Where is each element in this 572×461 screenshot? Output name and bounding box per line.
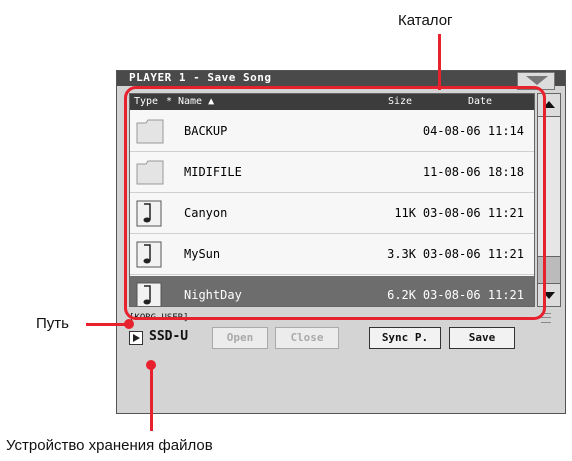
catalog-highlight-frame <box>124 86 546 320</box>
path-pointer-dot <box>124 319 134 329</box>
close-button[interactable]: Close <box>275 327 339 349</box>
open-button[interactable]: Open <box>212 327 268 349</box>
callout-path: Путь <box>36 315 69 332</box>
window-title: PLAYER 1 - Save Song <box>117 71 565 86</box>
storage-device-name[interactable]: SSD-U <box>149 329 188 344</box>
path-pointer-line <box>86 323 128 326</box>
callout-catalog: Каталог <box>398 12 453 29</box>
device-select-arrow-icon[interactable] <box>129 331 143 345</box>
save-button[interactable]: Save <box>449 327 515 349</box>
catalog-pointer-line <box>438 34 441 90</box>
callout-storage: Устройство хранения файлов <box>6 437 213 454</box>
device-pointer-line <box>150 365 153 431</box>
sync-p-button[interactable]: Sync P. <box>369 327 441 349</box>
menu-arrow-icon <box>526 76 548 85</box>
